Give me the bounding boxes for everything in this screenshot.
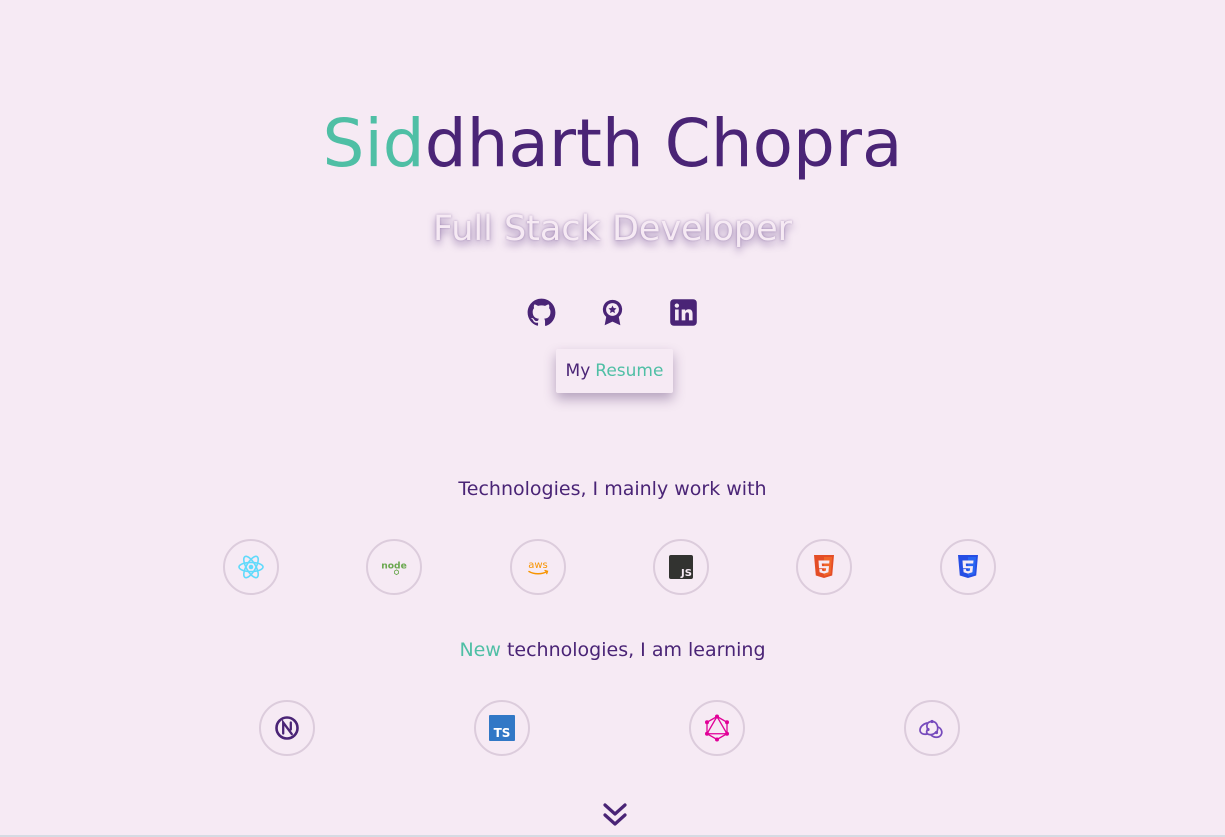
resume-button[interactable]: My Resume (556, 349, 673, 393)
tech-nodejs: node (366, 539, 422, 595)
tech-aws: aws (510, 539, 566, 595)
tech-react (223, 539, 279, 595)
main-tech-title: Technologies, I mainly work with (458, 478, 767, 500)
svg-text:aws: aws (528, 560, 548, 571)
javascript-icon: JS (669, 555, 693, 579)
tech-html5 (796, 539, 852, 595)
tech-typescript: TS (474, 700, 530, 756)
css3-icon (958, 555, 978, 578)
chevron-double-down-icon (603, 803, 627, 826)
html5-icon (814, 555, 834, 578)
svg-text:JS: JS (680, 568, 692, 579)
svg-text:node: node (381, 561, 407, 572)
new-tech-row: TS (0, 700, 1225, 756)
tech-javascript: JS (653, 539, 709, 595)
tech-redux (904, 700, 960, 756)
hero-name-accent: Sid (322, 105, 425, 182)
hero-subtitle: Full Stack Developer (432, 209, 792, 249)
github-icon (527, 298, 556, 326)
social-links (0, 298, 1225, 327)
graphql-icon (705, 714, 729, 742)
hero-name: Siddharth Chopra (0, 100, 1225, 188)
award-link[interactable] (598, 298, 627, 327)
linkedin-link[interactable] (669, 298, 698, 327)
new-tech-title-rest: technologies, I am learning (506, 639, 766, 661)
new-tech-title-accent: New (459, 639, 501, 661)
github-link[interactable] (527, 298, 556, 327)
linkedin-icon (670, 299, 697, 326)
redux-icon (919, 719, 943, 739)
nextjs-icon (275, 716, 299, 740)
scroll-down-button[interactable] (601, 801, 629, 829)
tech-css3 (940, 539, 996, 595)
resume-button-accent: Resume (595, 361, 664, 381)
tech-graphql (689, 700, 745, 756)
nodejs-icon: node (381, 561, 407, 576)
aws-icon: aws (528, 560, 549, 575)
resume-button-prefix: My (565, 361, 591, 381)
hero-name-rest: dharth Chopra (424, 105, 903, 182)
svg-text:TS: TS (494, 726, 511, 740)
main-tech-row: node aws JS (0, 539, 1225, 595)
new-tech-title: New technologies, I am learning (0, 637, 1225, 663)
react-icon (238, 555, 264, 579)
award-icon (602, 299, 623, 326)
tech-nextjs (259, 700, 315, 756)
landing-page: Siddharth Chopra Full Stack Developer My… (0, 0, 1225, 837)
typescript-icon: TS (489, 715, 515, 741)
